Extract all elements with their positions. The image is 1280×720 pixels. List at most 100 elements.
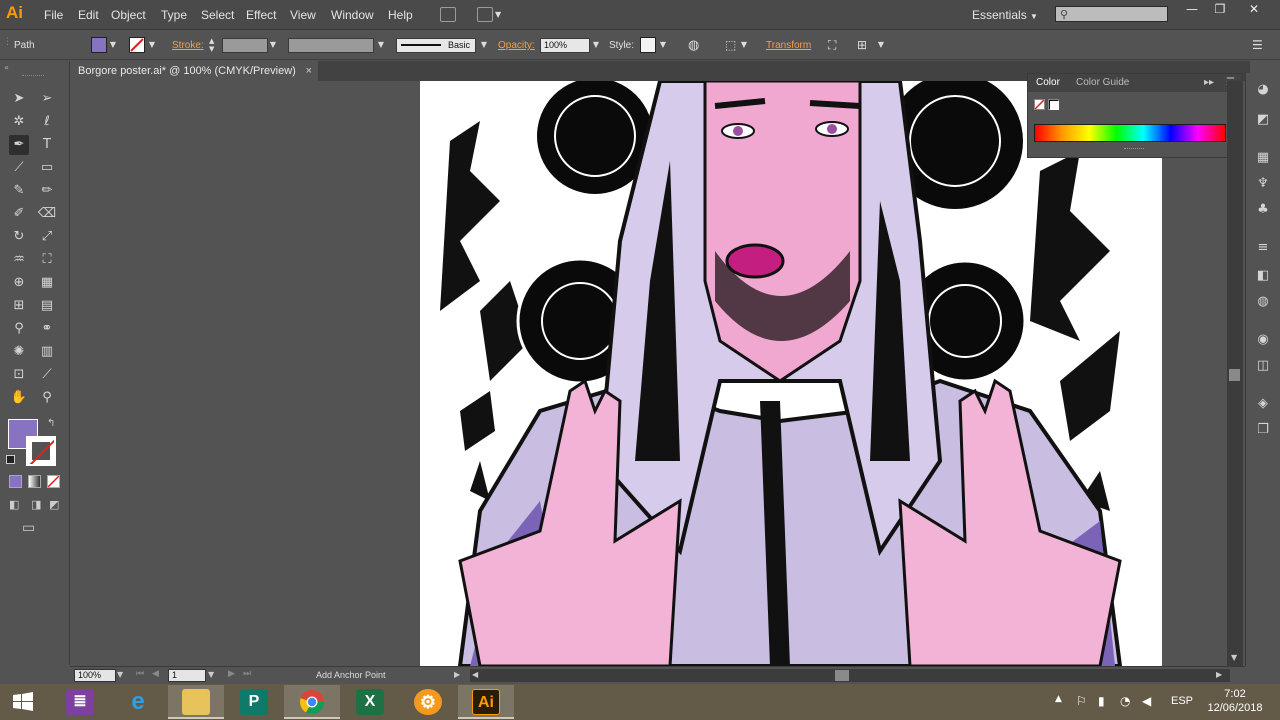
recolor-artwork-icon[interactable]: ◍ [688, 38, 699, 53]
resize-grip-icon[interactable] [1124, 148, 1144, 149]
arrange-icon[interactable]: ⊞ [857, 38, 867, 52]
status-menu-icon[interactable]: ▶ [454, 670, 460, 679]
slice-tool-icon[interactable]: ⟋ [37, 365, 57, 385]
type-tool-icon[interactable]: T [37, 135, 57, 155]
document-tab[interactable]: Borgore poster.ai* @ 100% (CMYK/Preview)… [70, 61, 318, 81]
collapse-icon[interactable]: « [4, 63, 9, 72]
menu-window[interactable]: Window [331, 8, 374, 22]
stroke-weight-field[interactable] [222, 38, 268, 53]
close-window-button[interactable]: ✕ [1240, 2, 1268, 18]
taskbar-internet-explorer[interactable]: e [110, 685, 166, 719]
mesh-tool-icon[interactable]: ⊞ [9, 296, 29, 316]
chevron-down-icon[interactable]: ▼ [376, 40, 386, 52]
layers-icon[interactable]: ◈ [1254, 395, 1272, 413]
chevron-down-icon[interactable]: ▼ [658, 40, 668, 52]
artboards-icon[interactable]: ❐ [1254, 421, 1272, 439]
blend-tool-icon[interactable]: ⚭ [37, 319, 57, 339]
screen-mode-icon[interactable]: ▭ [22, 520, 35, 536]
color-panel-icon[interactable]: ◕ [1254, 81, 1272, 99]
fill-color-swatch[interactable] [91, 37, 107, 53]
transparency-icon[interactable]: ◍ [1254, 293, 1272, 311]
show-hidden-icons[interactable]: ▲ [1055, 694, 1062, 704]
draw-inside-icon[interactable]: ◩ [49, 498, 59, 511]
menu-view[interactable]: View [290, 8, 316, 22]
taskbar-winrar[interactable]: ≣ [52, 685, 108, 719]
chevron-down-icon[interactable]: ▼ [591, 40, 601, 52]
free-transform-tool-icon[interactable]: ⛶ [37, 250, 57, 270]
wifi-icon[interactable]: ◔ [1120, 694, 1130, 708]
hand-tool-icon[interactable]: ✋ [9, 388, 29, 408]
stroke-icon[interactable]: ≡ [1254, 239, 1272, 257]
pencil-tool-icon[interactable]: ✏ [37, 181, 57, 201]
magic-wand-tool-icon[interactable]: ✲ [9, 112, 29, 132]
appearance-icon[interactable]: ◉ [1254, 331, 1272, 349]
brushes-icon[interactable]: ♆ [1254, 175, 1272, 193]
selection-tool-icon[interactable]: ➤ [9, 89, 29, 109]
arrange-documents-icon[interactable] [477, 7, 493, 22]
lasso-tool-icon[interactable]: ℓ [37, 112, 57, 132]
close-tab-icon[interactable]: × [306, 61, 312, 81]
scroll-thumb[interactable] [835, 670, 849, 681]
direct-selection-tool-icon[interactable]: ➢ [37, 89, 57, 109]
volume-icon[interactable]: ◀ [1142, 694, 1151, 708]
canvas[interactable] [70, 81, 1230, 666]
previous-artboard-icon[interactable]: ◀ [152, 669, 159, 679]
align-icon[interactable]: ⬚ [725, 38, 736, 52]
scroll-right-icon[interactable]: ▶ [1216, 670, 1222, 679]
gradient-icon[interactable]: ◧ [1254, 267, 1272, 285]
rotate-tool-icon[interactable]: ↻ [9, 227, 29, 247]
opacity-label[interactable]: Opacity: [498, 40, 535, 51]
bridge-icon[interactable] [440, 7, 456, 22]
draw-behind-icon[interactable]: ◨ [31, 498, 41, 511]
network-error-icon[interactable]: ⚐ [1076, 694, 1087, 708]
rectangle-tool-icon[interactable]: ▭ [37, 158, 57, 178]
chevron-down-icon[interactable]: ▼ [117, 670, 123, 679]
tab-color[interactable]: Color [1036, 77, 1060, 88]
menu-help[interactable]: Help [388, 8, 413, 22]
stroke-swatch[interactable] [26, 436, 56, 466]
shape-builder-tool-icon[interactable]: ⊕ [9, 273, 29, 293]
transform-link[interactable]: Transform [766, 40, 811, 51]
line-tool-icon[interactable]: ⟋ [9, 158, 29, 178]
menu-effect[interactable]: Effect [246, 8, 276, 22]
perspective-grid-tool-icon[interactable]: ▦ [37, 273, 57, 293]
variable-width-profile[interactable] [288, 38, 374, 53]
horizontal-scrollbar[interactable]: ◀ ▶ [470, 669, 1230, 682]
swatches-icon[interactable]: ▦ [1254, 149, 1272, 167]
opacity-field[interactable]: 100% [540, 38, 590, 53]
menu-object[interactable]: Object [111, 8, 146, 22]
graphic-style-swatch[interactable] [640, 37, 656, 53]
scroll-left-icon[interactable]: ◀ [472, 670, 478, 679]
color-guide-icon[interactable]: ◩ [1254, 111, 1272, 129]
default-fill-stroke-icon[interactable] [6, 455, 15, 464]
zoom-field[interactable]: 100% [74, 669, 116, 682]
stroke-color-swatch[interactable] [129, 37, 145, 53]
gradient-tool-icon[interactable]: ▤ [37, 296, 57, 316]
workspace-switcher[interactable]: Essentials ▼ [972, 8, 1038, 22]
taskbar-illustrator[interactable]: Ai [458, 685, 514, 719]
first-artboard-icon[interactable]: ⏮ [136, 669, 144, 679]
eraser-tool-icon[interactable]: ⌫ [37, 204, 57, 224]
color-mode-icon[interactable] [9, 475, 22, 488]
warp-tool-icon[interactable]: ♒ [9, 250, 29, 270]
scroll-thumb[interactable] [1229, 369, 1240, 381]
artboard-number-field[interactable]: 1 [168, 669, 206, 682]
draw-normal-icon[interactable]: ◧ [9, 498, 19, 511]
taskbar-chrome[interactable] [284, 685, 340, 719]
taskbar-file-explorer[interactable] [168, 685, 224, 719]
next-artboard-icon[interactable]: ▶ [228, 669, 235, 679]
isolate-object-icon[interactable]: ⛶ [828, 38, 836, 53]
swap-fill-stroke-icon[interactable]: ↰ [47, 418, 55, 429]
stroke-stepper[interactable]: ▲ ▼ [209, 37, 219, 54]
symbols-icon[interactable]: ♣ [1254, 201, 1272, 219]
graphic-styles-icon[interactable]: ◫ [1254, 357, 1272, 375]
gradient-mode-icon[interactable] [28, 475, 41, 488]
minimize-button[interactable]: — [1178, 2, 1206, 18]
system-clock[interactable]: 7:02 12/06/2018 [1200, 687, 1270, 715]
white-swatch[interactable] [1050, 101, 1059, 110]
zoom-tool-icon[interactable]: ⚲ [37, 388, 57, 408]
vertical-scrollbar[interactable]: ▼ [1227, 81, 1243, 666]
none-mode-icon[interactable] [47, 475, 60, 488]
pen-tool-icon[interactable]: ✒ [9, 135, 29, 155]
expand-icon[interactable]: ▸▸ [1204, 77, 1214, 88]
